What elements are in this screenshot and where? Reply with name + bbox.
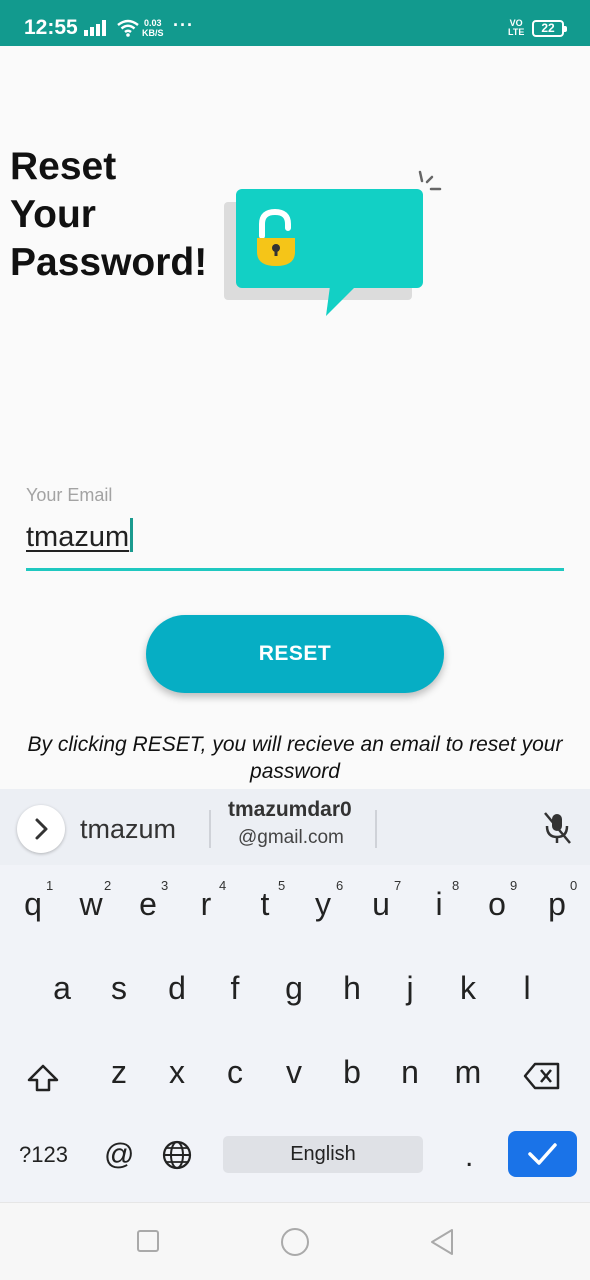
navigation-bar [0, 1202, 590, 1280]
key-x[interactable]: x [157, 1054, 197, 1091]
key-hint-7: 7 [394, 878, 402, 893]
key-v[interactable]: v [274, 1054, 314, 1091]
shift-icon[interactable] [26, 1063, 60, 1098]
unlocked-padlock-illustration-icon [222, 170, 444, 325]
home-icon[interactable] [280, 1227, 310, 1262]
key-z[interactable]: z [99, 1054, 139, 1091]
symbols-key[interactable]: ?123 [19, 1142, 68, 1168]
email-field[interactable]: tmazum [26, 518, 564, 558]
signal-icon [84, 20, 108, 41]
recent-apps-icon[interactable] [136, 1229, 160, 1258]
globe-icon[interactable] [161, 1139, 193, 1176]
email-field-underline [26, 568, 564, 571]
key-j[interactable]: j [390, 970, 430, 1007]
key-hint-9: 9 [510, 878, 518, 893]
key-m[interactable]: m [448, 1054, 488, 1091]
enter-button[interactable] [508, 1131, 577, 1177]
volte-indicator: VO LTE [508, 19, 524, 37]
text-cursor [130, 518, 134, 552]
email-field-value: tmazum [26, 521, 130, 553]
key-h[interactable]: h [332, 970, 372, 1007]
key-d[interactable]: d [157, 970, 197, 1007]
key-c[interactable]: c [215, 1054, 255, 1091]
wifi-icon [116, 19, 140, 42]
email-field-label: Your Email [26, 485, 113, 505]
key-g[interactable]: g [274, 970, 314, 1007]
suggestion-2-line-1[interactable]: tmazumdar0 [228, 798, 352, 822]
network-speed-unit: KB/S [142, 28, 164, 38]
network-speed: 0.03 KB/S [142, 18, 164, 38]
title-line-2: Your [10, 193, 96, 236]
checkmark-icon [528, 1143, 557, 1165]
suggestion-divider [375, 810, 377, 848]
key-f[interactable]: f [215, 970, 255, 1007]
key-hint-0: 0 [570, 878, 578, 893]
key-hint-4: 4 [219, 878, 227, 893]
key-s[interactable]: s [99, 970, 139, 1007]
status-bar: 12:55 0.03 KB/S ··· VO LTE 22 [0, 0, 590, 46]
more-notifications-icon: ··· [173, 15, 194, 35]
title-line-3: Password! [10, 241, 208, 284]
key-hint-2: 2 [104, 878, 112, 893]
key-hint-3: 3 [161, 878, 169, 893]
key-hint-5: 5 [278, 878, 286, 893]
backspace-icon[interactable] [523, 1062, 561, 1095]
page-title: Reset Your Password! [10, 143, 220, 287]
battery-icon: 22 [532, 20, 567, 37]
title-line-1: Reset [10, 145, 117, 188]
key-b[interactable]: b [332, 1054, 372, 1091]
key-hint-6: 6 [336, 878, 344, 893]
network-speed-value: 0.03 [143, 18, 162, 28]
status-time: 12:55 [24, 16, 78, 39]
at-key[interactable]: @ [104, 1138, 134, 1172]
key-hint-8: 8 [452, 878, 460, 893]
key-hint-1: 1 [46, 878, 54, 893]
suggestion-divider [209, 810, 211, 848]
key-n[interactable]: n [390, 1054, 430, 1091]
volte-bottom: LTE [508, 27, 525, 37]
key-a[interactable]: a [42, 970, 82, 1007]
period-key[interactable]: . [465, 1140, 473, 1174]
back-icon[interactable] [428, 1227, 456, 1262]
space-bar[interactable]: English [223, 1136, 423, 1173]
expand-suggestions-button[interactable] [17, 805, 65, 853]
key-k[interactable]: k [448, 970, 488, 1007]
reset-button[interactable]: RESET [146, 615, 444, 693]
mic-off-icon[interactable] [540, 810, 574, 851]
reset-info-text: By clicking RESET, you will recieve an e… [27, 733, 563, 783]
suggestion-2-line-2[interactable]: @gmail.com [238, 827, 344, 849]
key-l[interactable]: l [507, 970, 547, 1007]
suggestion-1[interactable]: tmazum [80, 814, 176, 845]
chevron-right-icon [35, 818, 48, 840]
